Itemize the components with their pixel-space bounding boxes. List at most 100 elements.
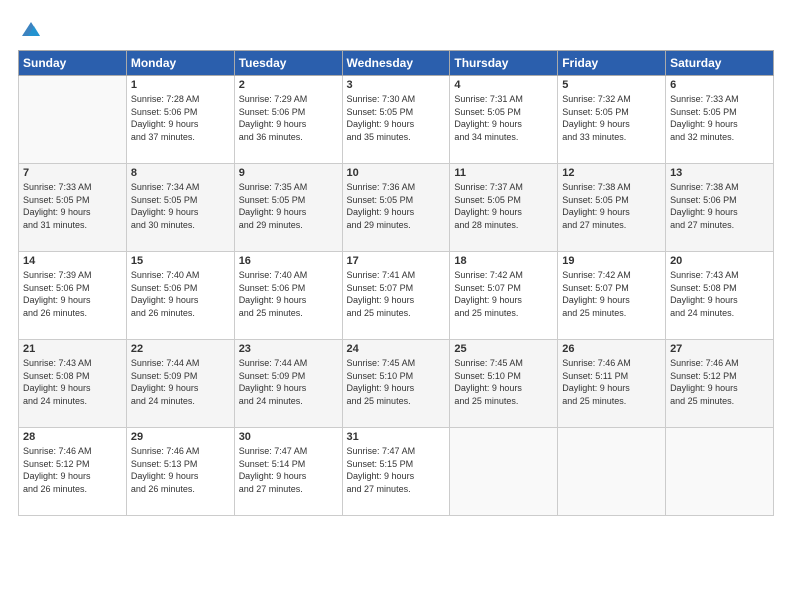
calendar-row: 28Sunrise: 7:46 AM Sunset: 5:12 PM Dayli… (19, 428, 774, 516)
cell-info: Sunrise: 7:30 AM Sunset: 5:05 PM Dayligh… (347, 93, 446, 143)
cell-info: Sunrise: 7:40 AM Sunset: 5:06 PM Dayligh… (131, 269, 230, 319)
cell-info: Sunrise: 7:46 AM Sunset: 5:11 PM Dayligh… (562, 357, 661, 407)
weekday-header-friday: Friday (558, 51, 666, 76)
cell-info: Sunrise: 7:41 AM Sunset: 5:07 PM Dayligh… (347, 269, 446, 319)
day-number: 23 (239, 343, 338, 355)
calendar-cell: 13 Sunrise: 7:38 AM Sunset: 5:06 PM Dayli… (666, 164, 774, 252)
calendar-cell (450, 428, 558, 516)
day-number: 29 (131, 431, 230, 443)
cell-info: Sunrise: 7:42 AM Sunset: 5:07 PM Dayligh… (454, 269, 553, 319)
weekday-header-tuesday: Tuesday (234, 51, 342, 76)
day-number: 25 (454, 343, 553, 355)
logo-icon (20, 18, 42, 40)
day-number: 2 (239, 79, 338, 91)
cell-info: Sunrise: 7:31 AM Sunset: 5:05 PM Dayligh… (454, 93, 553, 143)
calendar-row: 7 Sunrise: 7:33 AM Sunset: 5:05 PM Daylig… (19, 164, 774, 252)
day-number: 3 (347, 79, 446, 91)
cell-info: Sunrise: 7:38 AM Sunset: 5:06 PM Dayligh… (670, 181, 769, 231)
calendar-cell: 26 Sunrise: 7:46 AM Sunset: 5:11 PM Dayli… (558, 340, 666, 428)
cell-info: Sunrise: 7:33 AM Sunset: 5:05 PM Dayligh… (670, 93, 769, 143)
day-number: 26 (562, 343, 661, 355)
calendar-cell (666, 428, 774, 516)
day-number: 20 (670, 255, 769, 267)
header (18, 18, 774, 40)
weekday-header-wednesday: Wednesday (342, 51, 450, 76)
calendar-cell: 10Sunrise: 7:36 AM Sunset: 5:05 PM Dayli… (342, 164, 450, 252)
calendar-cell: 24Sunrise: 7:45 AM Sunset: 5:10 PM Dayli… (342, 340, 450, 428)
day-number: 10 (347, 167, 446, 179)
weekday-header-row: SundayMondayTuesdayWednesdayThursdayFrid… (19, 51, 774, 76)
weekday-header-thursday: Thursday (450, 51, 558, 76)
calendar-cell: 27Sunrise: 7:46 AM Sunset: 5:12 PM Dayli… (666, 340, 774, 428)
calendar-cell: 4 Sunrise: 7:31 AM Sunset: 5:05 PM Daylig… (450, 76, 558, 164)
calendar-cell: 11Sunrise: 7:37 AM Sunset: 5:05 PM Dayli… (450, 164, 558, 252)
day-number: 9 (239, 167, 338, 179)
calendar-row: 14Sunrise: 7:39 AM Sunset: 5:06 PM Dayli… (19, 252, 774, 340)
day-number: 27 (670, 343, 769, 355)
day-number: 4 (454, 79, 553, 91)
day-number: 21 (23, 343, 122, 355)
cell-info: Sunrise: 7:33 AM Sunset: 5:05 PM Dayligh… (23, 181, 122, 231)
day-number: 13 (670, 167, 769, 179)
calendar-cell: 23 Sunrise: 7:44 AM Sunset: 5:09 PM Dayli… (234, 340, 342, 428)
calendar-cell: 20 Sunrise: 7:43 AM Sunset: 5:08 PM Dayli… (666, 252, 774, 340)
calendar-cell: 21Sunrise: 7:43 AM Sunset: 5:08 PM Dayli… (19, 340, 127, 428)
cell-info: Sunrise: 7:38 AM Sunset: 5:05 PM Dayligh… (562, 181, 661, 231)
weekday-header-sunday: Sunday (19, 51, 127, 76)
calendar-cell: 31 Sunrise: 7:47 AM Sunset: 5:15 PM Dayli… (342, 428, 450, 516)
cell-info: Sunrise: 7:39 AM Sunset: 5:06 PM Dayligh… (23, 269, 122, 319)
logo-text (18, 18, 42, 40)
main-container: SundayMondayTuesdayWednesdayThursdayFrid… (0, 0, 792, 526)
cell-info: Sunrise: 7:44 AM Sunset: 5:09 PM Dayligh… (239, 357, 338, 407)
day-number: 18 (454, 255, 553, 267)
calendar-cell: 17 Sunrise: 7:41 AM Sunset: 5:07 PM Dayli… (342, 252, 450, 340)
day-number: 16 (239, 255, 338, 267)
calendar-cell: 8 Sunrise: 7:34 AM Sunset: 5:05 PM Daylig… (126, 164, 234, 252)
cell-info: Sunrise: 7:43 AM Sunset: 5:08 PM Dayligh… (670, 269, 769, 319)
day-number: 30 (239, 431, 338, 443)
calendar-cell: 30 Sunrise: 7:47 AM Sunset: 5:14 PM Dayli… (234, 428, 342, 516)
logo (18, 18, 42, 40)
day-number: 22 (131, 343, 230, 355)
cell-info: Sunrise: 7:47 AM Sunset: 5:15 PM Dayligh… (347, 445, 446, 495)
cell-info: Sunrise: 7:45 AM Sunset: 5:10 PM Dayligh… (454, 357, 553, 407)
day-number: 11 (454, 167, 553, 179)
weekday-header-saturday: Saturday (666, 51, 774, 76)
calendar-cell (558, 428, 666, 516)
calendar-cell: 14Sunrise: 7:39 AM Sunset: 5:06 PM Dayli… (19, 252, 127, 340)
cell-info: Sunrise: 7:34 AM Sunset: 5:05 PM Dayligh… (131, 181, 230, 231)
calendar-cell: 16 Sunrise: 7:40 AM Sunset: 5:06 PM Dayli… (234, 252, 342, 340)
calendar-cell: 29Sunrise: 7:46 AM Sunset: 5:13 PM Dayli… (126, 428, 234, 516)
calendar-table: SundayMondayTuesdayWednesdayThursdayFrid… (18, 50, 774, 516)
day-number: 8 (131, 167, 230, 179)
cell-info: Sunrise: 7:40 AM Sunset: 5:06 PM Dayligh… (239, 269, 338, 319)
cell-info: Sunrise: 7:47 AM Sunset: 5:14 PM Dayligh… (239, 445, 338, 495)
day-number: 19 (562, 255, 661, 267)
calendar-cell (19, 76, 127, 164)
day-number: 17 (347, 255, 446, 267)
weekday-header-monday: Monday (126, 51, 234, 76)
calendar-cell: 18 Sunrise: 7:42 AM Sunset: 5:07 PM Dayli… (450, 252, 558, 340)
cell-info: Sunrise: 7:29 AM Sunset: 5:06 PM Dayligh… (239, 93, 338, 143)
day-number: 5 (562, 79, 661, 91)
calendar-cell: 3 Sunrise: 7:30 AM Sunset: 5:05 PM Daylig… (342, 76, 450, 164)
calendar-row: 1 Sunrise: 7:28 AM Sunset: 5:06 PM Daylig… (19, 76, 774, 164)
day-number: 7 (23, 167, 122, 179)
cell-info: Sunrise: 7:35 AM Sunset: 5:05 PM Dayligh… (239, 181, 338, 231)
day-number: 6 (670, 79, 769, 91)
cell-info: Sunrise: 7:32 AM Sunset: 5:05 PM Dayligh… (562, 93, 661, 143)
calendar-row: 21Sunrise: 7:43 AM Sunset: 5:08 PM Dayli… (19, 340, 774, 428)
day-number: 1 (131, 79, 230, 91)
calendar-cell: 25 Sunrise: 7:45 AM Sunset: 5:10 PM Dayli… (450, 340, 558, 428)
calendar-cell: 12Sunrise: 7:38 AM Sunset: 5:05 PM Dayli… (558, 164, 666, 252)
cell-info: Sunrise: 7:42 AM Sunset: 5:07 PM Dayligh… (562, 269, 661, 319)
calendar-cell: 7 Sunrise: 7:33 AM Sunset: 5:05 PM Daylig… (19, 164, 127, 252)
calendar-cell: 1 Sunrise: 7:28 AM Sunset: 5:06 PM Daylig… (126, 76, 234, 164)
calendar-cell: 19 Sunrise: 7:42 AM Sunset: 5:07 PM Dayli… (558, 252, 666, 340)
day-number: 28 (23, 431, 122, 443)
calendar-cell: 5 Sunrise: 7:32 AM Sunset: 5:05 PM Daylig… (558, 76, 666, 164)
day-number: 31 (347, 431, 446, 443)
day-number: 24 (347, 343, 446, 355)
cell-info: Sunrise: 7:28 AM Sunset: 5:06 PM Dayligh… (131, 93, 230, 143)
calendar-cell: 6 Sunrise: 7:33 AM Sunset: 5:05 PM Daylig… (666, 76, 774, 164)
